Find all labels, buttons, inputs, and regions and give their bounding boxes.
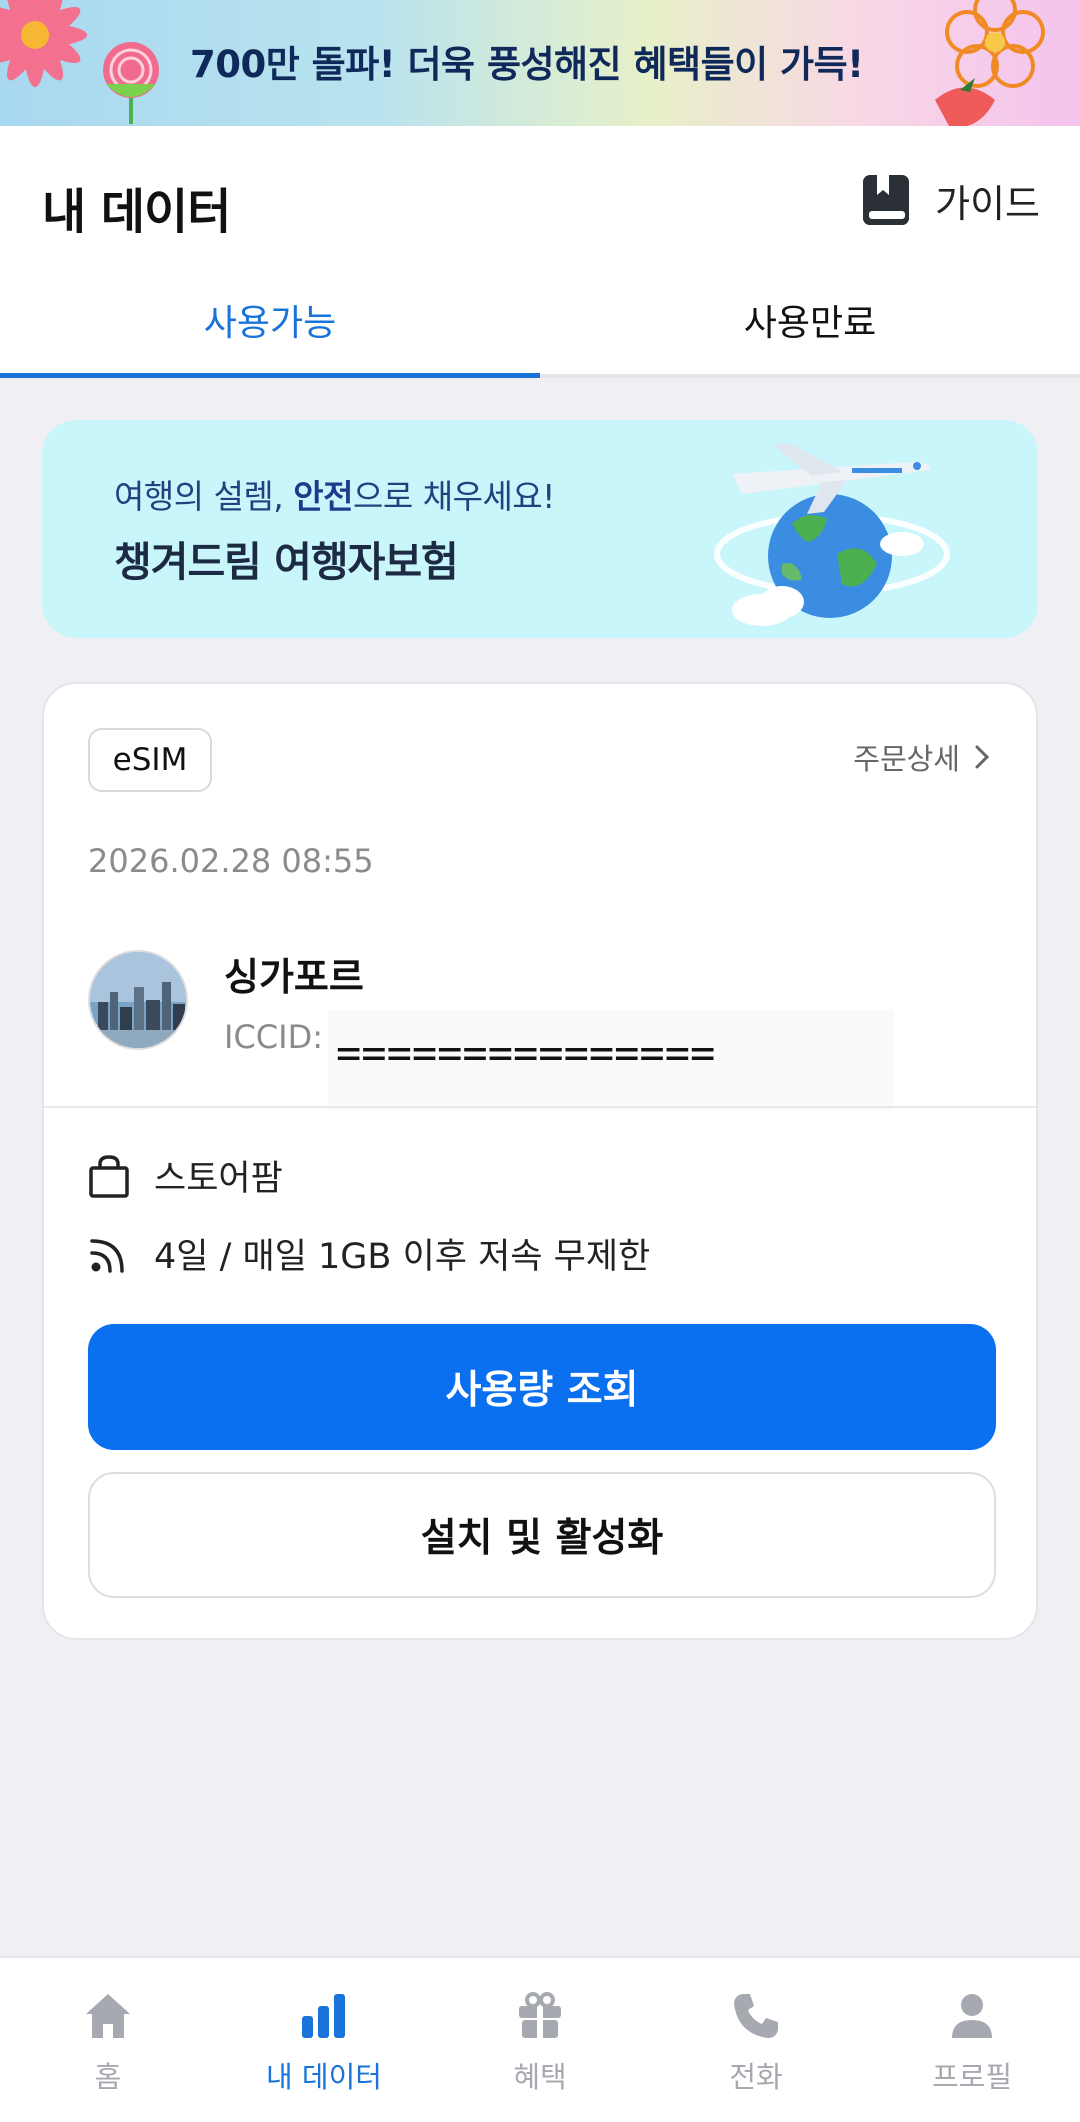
esim-badge: eSIM [88, 728, 212, 792]
gift-icon [519, 1992, 561, 2038]
tagline-suffix: 으로 채우세요! [353, 477, 555, 516]
nav-benefits[interactable]: 혜택 [432, 1958, 648, 2122]
nav-profile[interactable]: 프로필 [864, 1958, 1080, 2122]
insurance-tagline: 여행의 설렘, 안전으로 채우세요! [114, 470, 555, 518]
insurance-banner[interactable]: 여행의 설렘, 안전으로 채우세요! 챙겨드림 여행자보험 [42, 420, 1038, 638]
order-date: 2026.02.28 08:55 [88, 842, 374, 880]
promo-banner[interactable]: 700만 돌파! 더욱 풍성해진 혜택들이 가득! [0, 0, 1080, 126]
guide-button[interactable]: 가이드 [861, 170, 1040, 230]
tab-expired[interactable]: 사용만료 [540, 266, 1080, 374]
store-name: 스토어팜 [154, 1159, 283, 1199]
check-usage-button[interactable]: 사용량 조회 [88, 1324, 996, 1450]
phone-icon [734, 1994, 778, 2038]
country-avatar [88, 950, 188, 1050]
nav-home-label: 홈 [94, 2060, 122, 2094]
profile-icon [952, 1994, 992, 2038]
install-activate-button[interactable]: 설치 및 활성화 [88, 1472, 996, 1598]
store-row: 스토어팜 [88, 1150, 283, 1201]
guide-label: 가이드 [935, 181, 1040, 226]
bottom-nav: 홈 내 데이터 혜택 전화 프로필 [0, 1956, 1080, 2122]
city-skyline-icon [90, 952, 186, 1048]
divider [44, 1106, 1036, 1108]
strawberry-icon [935, 78, 995, 126]
shopping-bag-icon [89, 1154, 129, 1198]
promo-text: 700만 돌파! 더욱 풍성해진 혜택들이 가득! [190, 43, 864, 86]
nav-home[interactable]: 홈 [0, 1958, 216, 2122]
chevron-right-icon [975, 745, 990, 769]
nav-phone[interactable]: 전화 [648, 1958, 864, 2122]
nav-benefits-label: 혜택 [513, 2060, 567, 2094]
order-detail-label: 주문상세 [853, 742, 960, 776]
tagline-prefix: 여행의 설렘, [114, 477, 294, 516]
book-icon [863, 175, 910, 225]
signal-feed-icon [90, 1238, 124, 1273]
bar-chart-icon [302, 1994, 345, 2038]
nav-my-data[interactable]: 내 데이터 [216, 1958, 432, 2122]
flower-illustration-icon [0, 0, 87, 87]
nav-my-data-label: 내 데이터 [266, 2060, 382, 2094]
iccid-value: =============== [328, 1010, 894, 1110]
globe-airplane-icon [714, 444, 950, 626]
order-detail-link[interactable]: 주문상세 [853, 736, 992, 778]
tab-bar: 사용가능 사용만료 [0, 266, 1080, 378]
iccid-label: ICCID: [224, 1018, 323, 1056]
nav-profile-label: 프로필 [931, 2060, 1013, 2094]
insurance-title: 챙겨드림 여행자보험 [114, 538, 459, 586]
esim-card: eSIM 주문상세 2026.02.28 08:55 싱가포르 ICCID: =… [42, 682, 1038, 1640]
tagline-bold: 안전 [293, 477, 354, 516]
country-name: 싱가포르 [224, 955, 364, 999]
home-icon [86, 1994, 130, 2038]
plan-row: 4일 / 매일 1GB 이후 저속 무제한 [88, 1228, 650, 1279]
tab-available[interactable]: 사용가능 [0, 266, 540, 378]
nav-phone-label: 전화 [729, 2060, 783, 2094]
page-header: 내 데이터 가이드 [0, 126, 1080, 266]
plant-illustration-icon [103, 42, 159, 124]
page-title: 내 데이터 [42, 184, 231, 240]
plan-description: 4일 / 매일 1GB 이후 저속 무제한 [154, 1237, 651, 1277]
